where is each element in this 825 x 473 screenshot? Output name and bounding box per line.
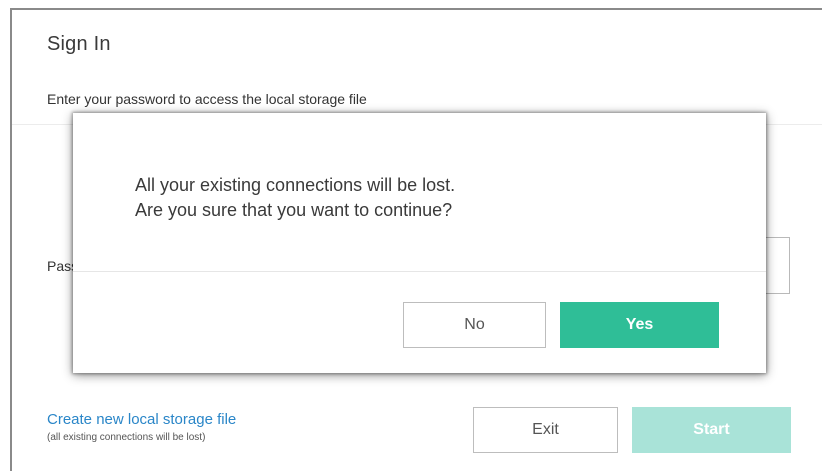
page-title: Sign In xyxy=(47,33,111,55)
dialog-divider xyxy=(73,271,766,272)
dialog-message-line-1: All your existing connections will be lo… xyxy=(135,175,456,195)
dialog-message: All your existing connections will be lo… xyxy=(135,173,455,223)
start-button[interactable]: Start xyxy=(632,407,791,453)
create-local-storage-link[interactable]: Create new local storage file xyxy=(47,411,236,428)
page-subtitle: Enter your password to access the local … xyxy=(47,91,367,107)
confirm-dialog: All your existing connections will be lo… xyxy=(73,113,766,373)
yes-button[interactable]: Yes xyxy=(560,302,719,348)
exit-button[interactable]: Exit xyxy=(473,407,618,453)
no-button[interactable]: No xyxy=(403,302,546,348)
dialog-message-line-2: Are you sure that you want to continue? xyxy=(135,200,453,220)
create-local-storage-note: (all existing connections will be lost) xyxy=(47,432,206,443)
